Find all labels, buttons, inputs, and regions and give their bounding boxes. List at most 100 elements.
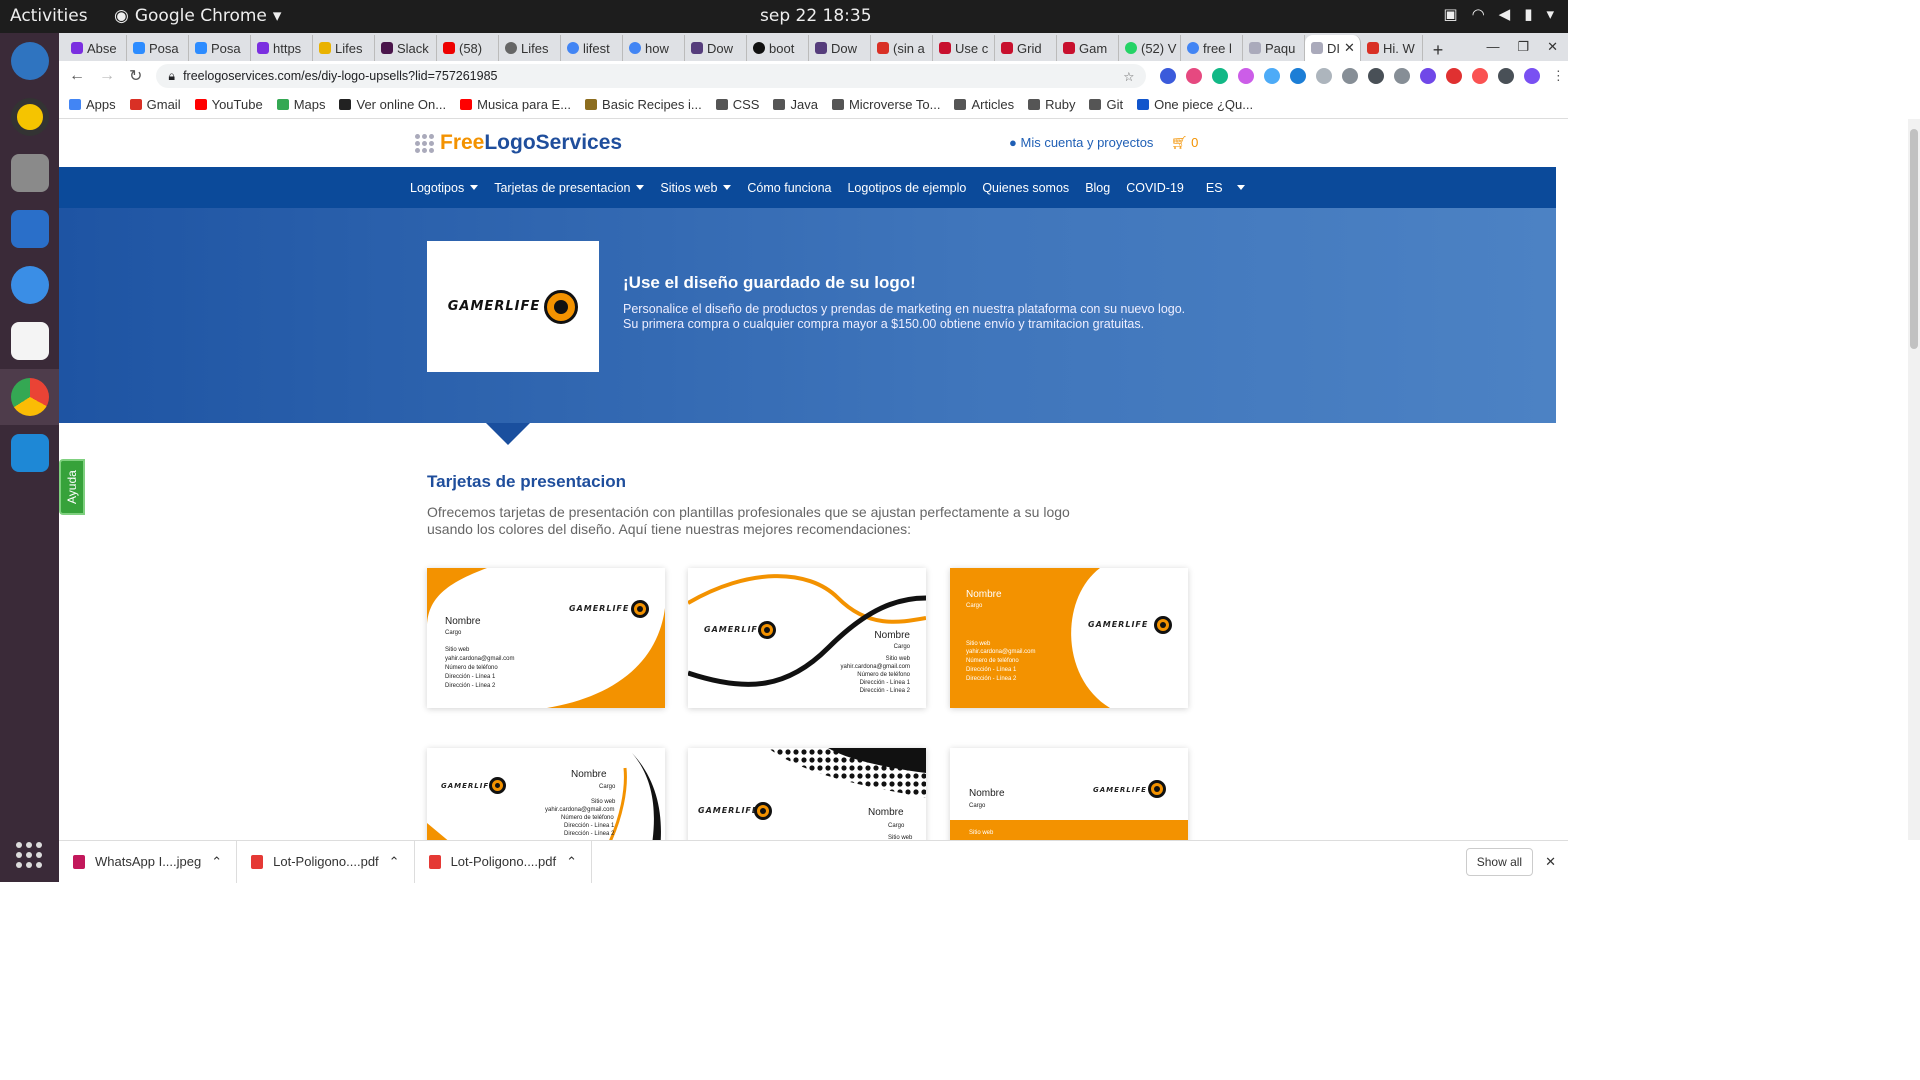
- card-template-1[interactable]: GAMERLIFE Nombre Cargo Sitio web yahir.c…: [427, 568, 665, 708]
- browser-tab[interactable]: free l: [1181, 35, 1243, 61]
- chevron-up-icon[interactable]: ⌃: [211, 854, 222, 870]
- nav-tarjetas[interactable]: Tarjetas de presentacion: [494, 181, 645, 195]
- maximize-icon[interactable]: ❐: [1517, 39, 1529, 55]
- browser-tab[interactable]: lifest: [561, 35, 623, 61]
- screenshot-icon[interactable]: [1394, 68, 1411, 84]
- extension-icon[interactable]: [1160, 68, 1177, 84]
- reload-icon[interactable]: ↻: [129, 66, 142, 86]
- clock[interactable]: sep 22 18:35: [760, 6, 872, 26]
- profile-avatar[interactable]: [1524, 68, 1541, 84]
- download-extension-icon[interactable]: [1290, 68, 1307, 84]
- extension-icon[interactable]: [1446, 68, 1463, 84]
- extension-icon[interactable]: [1342, 68, 1359, 84]
- browser-tab[interactable]: Hi. W: [1361, 35, 1423, 61]
- bookmark-folder[interactable]: CSS: [715, 97, 759, 112]
- bookmark-folder[interactable]: Articles: [954, 97, 1014, 112]
- close-downloads-icon[interactable]: ✕: [1545, 854, 1556, 870]
- bookmark-folder[interactable]: Git: [1089, 97, 1123, 112]
- card-template-2[interactable]: GAMERLIFE Nombre Cargo Sitio web yahir.c…: [688, 568, 926, 708]
- extension-icon[interactable]: [1264, 68, 1281, 84]
- site-logo[interactable]: FreeLogoServices: [415, 131, 622, 155]
- bookmark-item[interactable]: Ver online On...: [339, 97, 446, 112]
- nav-como-funciona[interactable]: Cómo funciona: [747, 181, 831, 195]
- bookmark-item[interactable]: Gmail: [129, 97, 181, 112]
- new-tab-button[interactable]: +: [1423, 40, 1453, 61]
- cart-link[interactable]: 🛒︎ 0: [1171, 135, 1198, 151]
- menu-icon[interactable]: ⋮: [1550, 68, 1567, 84]
- minimize-icon[interactable]: —: [1486, 39, 1499, 55]
- download-item[interactable]: WhatsApp I....jpeg ⌃: [59, 840, 238, 883]
- extension-icon[interactable]: [1186, 68, 1203, 84]
- browser-tab[interactable]: Slack: [375, 35, 437, 61]
- nav-sitios-web[interactable]: Sitios web: [660, 181, 732, 195]
- card-template-6[interactable]: GAMERLIFE Nombre Cargo Sitio web: [950, 748, 1188, 840]
- nav-logotipos[interactable]: Logotipos: [410, 181, 479, 195]
- browser-tab[interactable]: Gam: [1057, 35, 1119, 61]
- browser-tab[interactable]: Lifes: [499, 35, 561, 61]
- dock-text-editor[interactable]: [0, 313, 59, 369]
- bookmark-item[interactable]: One piece ¿Qu...: [1137, 97, 1253, 112]
- card-template-4[interactable]: GAMERLIFE Nombre Cargo Sitio web yahir.c…: [427, 748, 665, 840]
- extension-icon[interactable]: [1238, 68, 1255, 84]
- nav-quienes-somos[interactable]: Quienes somos: [982, 181, 1069, 195]
- browser-tab[interactable]: how: [623, 35, 685, 61]
- browser-tab[interactable]: Lifes: [313, 35, 375, 61]
- dock-writer[interactable]: [0, 201, 59, 257]
- browser-tab-active[interactable]: DI ✕: [1305, 35, 1361, 61]
- dock-chrome[interactable]: [0, 369, 59, 425]
- browser-tab[interactable]: Abse: [65, 35, 127, 61]
- close-tab-icon[interactable]: ✕: [1344, 40, 1355, 56]
- bookmark-item[interactable]: Apps: [69, 97, 116, 112]
- bookmark-folder[interactable]: Java: [773, 97, 818, 112]
- back-icon[interactable]: ←: [69, 67, 85, 85]
- download-item[interactable]: Lot-Poligono....pdf ⌃: [237, 840, 415, 883]
- nav-covid[interactable]: COVID-19: [1126, 181, 1184, 195]
- browser-tab[interactable]: Posa: [127, 35, 189, 61]
- browser-tab[interactable]: Dow: [809, 35, 871, 61]
- activities-button[interactable]: Activities: [10, 6, 88, 26]
- browser-tab[interactable]: Dow: [685, 35, 747, 61]
- browser-tab[interactable]: Paqu: [1243, 35, 1305, 61]
- bookmark-folder[interactable]: Ruby: [1028, 97, 1075, 112]
- extension-icon[interactable]: [1420, 68, 1437, 84]
- puzzle-icon[interactable]: [1498, 68, 1515, 84]
- browser-tab[interactable]: (52) V: [1119, 35, 1181, 61]
- grammarly-icon[interactable]: [1212, 68, 1229, 84]
- bookmark-item[interactable]: Maps: [276, 97, 325, 112]
- nav-blog[interactable]: Blog: [1085, 181, 1110, 195]
- dock-help[interactable]: [0, 257, 59, 313]
- saved-logo-preview[interactable]: GAMERLIFE: [427, 241, 599, 372]
- extension-icon[interactable]: [1316, 68, 1333, 84]
- bookmark-item[interactable]: YouTube: [194, 97, 263, 112]
- browser-tab[interactable]: Grid: [995, 35, 1057, 61]
- forward-icon[interactable]: →: [99, 67, 115, 85]
- app-menu[interactable]: ◉ Google Chrome ▾: [114, 6, 281, 26]
- dock-thunderbird[interactable]: [0, 33, 59, 89]
- browser-tab[interactable]: (58): [437, 35, 499, 61]
- extension-icon[interactable]: [1368, 68, 1385, 84]
- show-all-button[interactable]: Show all: [1465, 847, 1534, 876]
- download-item[interactable]: Lot-Poligono....pdf ⌃: [415, 840, 593, 883]
- help-tab[interactable]: Ayuda: [59, 459, 85, 515]
- browser-tab[interactable]: boot: [747, 35, 809, 61]
- browser-tab[interactable]: Use c: [933, 35, 995, 61]
- extension-icon[interactable]: [1472, 68, 1489, 84]
- bookmark-folder[interactable]: Microverse To...: [831, 97, 940, 112]
- show-apps-icon[interactable]: [16, 842, 42, 868]
- page-scrollbar[interactable]: [1908, 119, 1920, 840]
- chevron-up-icon[interactable]: ⌃: [566, 854, 577, 870]
- bookmark-star-icon[interactable]: ☆: [1123, 69, 1134, 84]
- dock-rhythmbox[interactable]: [0, 89, 59, 145]
- nav-logotipos-ejemplo[interactable]: Logotipos de ejemplo: [847, 181, 966, 195]
- chevron-up-icon[interactable]: ⌃: [389, 854, 400, 870]
- dock-vscode[interactable]: [0, 425, 59, 481]
- card-template-5[interactable]: GAMERLIFE Nombre Cargo Sitio web: [688, 748, 926, 840]
- system-tray[interactable]: ▣ ◠ ◀ ▮ ▾: [1443, 5, 1554, 23]
- browser-tab[interactable]: https: [251, 35, 313, 61]
- browser-tab[interactable]: Posa: [189, 35, 251, 61]
- dock-files[interactable]: [0, 145, 59, 201]
- close-window-icon[interactable]: ✕: [1547, 39, 1558, 55]
- bookmark-item[interactable]: Basic Recipes i...: [585, 97, 702, 112]
- address-bar[interactable]: 🔒︎ freelogoservices.com/es/diy-logo-upse…: [156, 64, 1147, 88]
- card-template-3[interactable]: GAMERLIFE Nombre Cargo Sitio web yahir.c…: [950, 568, 1188, 708]
